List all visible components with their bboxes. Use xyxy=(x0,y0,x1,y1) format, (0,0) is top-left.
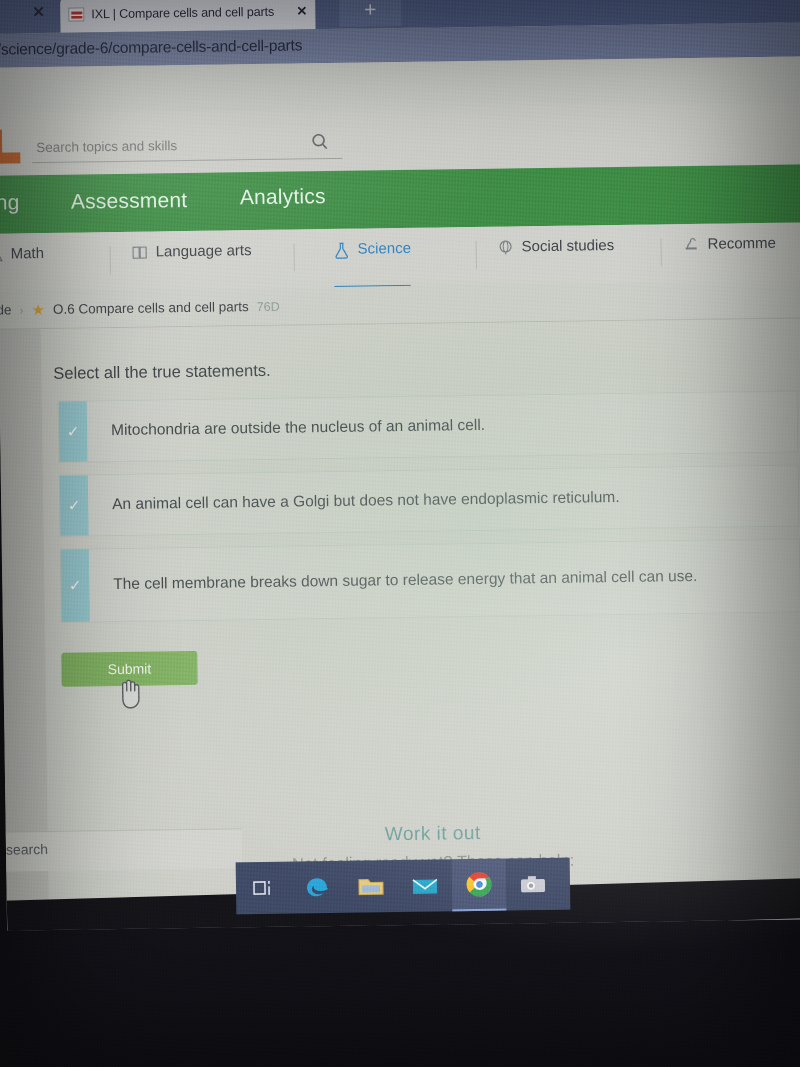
recommendations-icon xyxy=(682,237,699,257)
submit-button[interactable]: Submit xyxy=(61,650,198,687)
tab-recommendations[interactable]: Recomme xyxy=(682,235,776,280)
new-tab-button[interactable]: + xyxy=(339,0,402,27)
nav-item-learning[interactable]: ing xyxy=(0,191,20,215)
tab-math-label: Math xyxy=(10,244,45,263)
checkbox-checked-icon[interactable]: ✓ xyxy=(60,549,90,622)
breadcrumb-skill-title: O.6 Compare cells and cell parts xyxy=(52,299,249,317)
chevron-right-icon: › xyxy=(19,302,24,317)
answer-options-list: ✓ Mitochondria are outside the nucleus o… xyxy=(57,390,800,634)
globe-icon xyxy=(497,239,513,259)
previous-tab-close-icon[interactable]: ✕ xyxy=(32,3,45,21)
flask-icon xyxy=(334,242,350,263)
chrome-browser-icon[interactable] xyxy=(451,858,507,912)
task-view-icon[interactable] xyxy=(236,862,291,915)
answer-option[interactable]: ✓ Mitochondria are outside the nucleus o… xyxy=(57,390,799,463)
desk-surface xyxy=(0,907,800,1067)
answer-option-label: The cell membrane breaks down sugar to r… xyxy=(113,567,698,593)
answer-option[interactable]: ✓ An animal cell can have a Golgi but do… xyxy=(58,464,800,537)
tab-social-studies-label: Social studies xyxy=(521,237,615,256)
search-icon[interactable] xyxy=(310,132,330,157)
close-icon[interactable]: ✕ xyxy=(296,3,307,19)
checkbox-checked-icon[interactable]: ✓ xyxy=(59,475,89,536)
math-icon xyxy=(0,246,3,267)
windows-taskbar xyxy=(235,857,571,915)
url-text: /science/grade-6/compare-cells-and-cell-… xyxy=(0,37,303,59)
search-input[interactable] xyxy=(32,136,283,156)
answer-option-label: An animal cell can have a Golgi but does… xyxy=(112,488,620,513)
ixl-favicon xyxy=(68,7,85,22)
photograph-of-screen: ✕ IXL | Compare cells and cell parts ✕ +… xyxy=(0,0,800,1067)
nav-item-analytics[interactable]: Analytics xyxy=(240,185,326,210)
breadcrumb-grade[interactable]: de xyxy=(0,302,12,317)
ixl-logo[interactable] xyxy=(0,129,22,163)
tab-science-label: Science xyxy=(357,239,412,258)
answer-option[interactable]: ✓ The cell membrane breaks down sugar to… xyxy=(59,538,800,623)
browser-tab-title: IXL | Compare cells and cell parts xyxy=(91,4,275,22)
tab-recommendations-label: Recomme xyxy=(707,234,777,253)
ixl-site-header xyxy=(0,102,800,176)
tab-math[interactable]: Math xyxy=(0,245,44,290)
checkbox-checked-icon[interactable]: ✓ xyxy=(58,401,88,462)
browser-tab-active[interactable]: IXL | Compare cells and cell parts ✕ xyxy=(60,0,316,33)
windows-search-label: search xyxy=(5,840,49,858)
search-box[interactable] xyxy=(31,128,343,164)
nav-item-assessment[interactable]: Assessment xyxy=(71,189,188,215)
tab-divider xyxy=(293,243,295,272)
file-explorer-icon[interactable] xyxy=(344,860,399,913)
mail-icon[interactable] xyxy=(398,859,453,912)
subject-tab-bar: Math Language arts Science Social studie… xyxy=(0,222,800,290)
edge-browser-icon[interactable] xyxy=(290,861,345,914)
tab-language-arts-label: Language arts xyxy=(155,242,252,261)
book-icon xyxy=(132,245,148,265)
question-prompt: Select all the true statements. xyxy=(53,361,271,383)
tab-language-arts[interactable]: Language arts xyxy=(132,242,253,288)
tab-divider xyxy=(109,246,111,275)
tab-science[interactable]: Science xyxy=(333,239,412,289)
skill-code-badge: 76D xyxy=(256,299,280,314)
tab-divider xyxy=(660,238,662,267)
tab-social-studies[interactable]: Social studies xyxy=(497,237,614,283)
computer-screen: ✕ IXL | Compare cells and cell parts ✕ +… xyxy=(0,0,800,931)
star-icon[interactable]: ★ xyxy=(31,300,45,318)
camera-icon[interactable] xyxy=(506,858,561,911)
answer-option-label: Mitochondria are outside the nucleus of … xyxy=(110,416,486,439)
tab-divider xyxy=(475,240,477,269)
